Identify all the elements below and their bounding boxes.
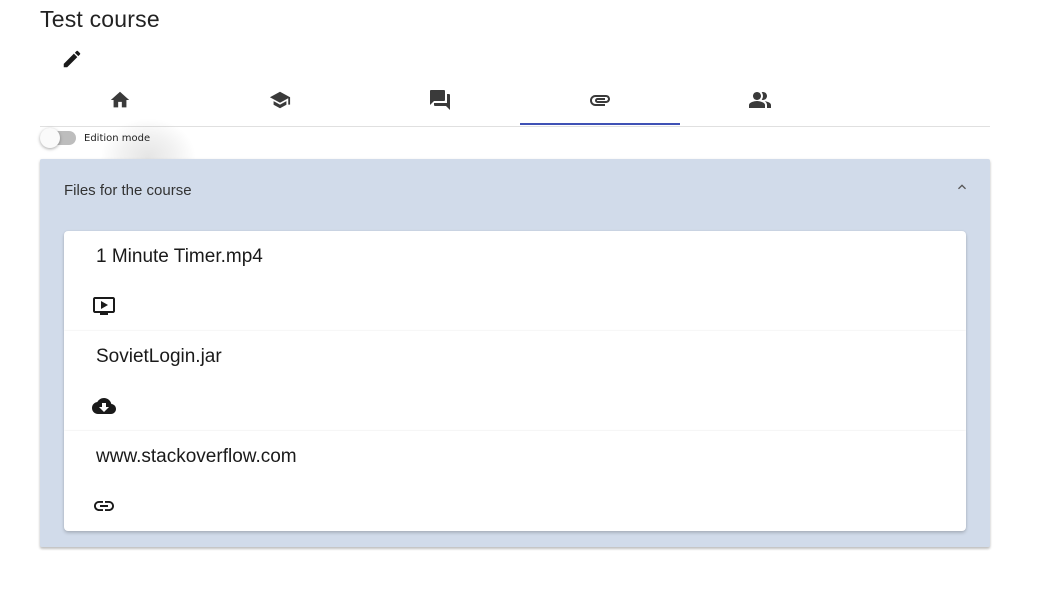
course-tabs: [40, 80, 990, 127]
edition-mode-switch[interactable]: [40, 128, 76, 148]
school-icon: [269, 89, 291, 116]
file-name: www.stackoverflow.com: [96, 446, 297, 467]
home-icon: [109, 89, 131, 116]
tab-course[interactable]: [200, 80, 360, 124]
pencil-icon: [61, 48, 83, 75]
files-panel-title: Files for the course: [64, 182, 192, 199]
course-page: Test course Edition mode Files for the c…: [0, 0, 1040, 602]
edition-mode-label: Edition mode: [84, 132, 151, 144]
chevron-up-icon: [954, 179, 970, 195]
page-title: Test course: [40, 6, 160, 32]
cloud-download-icon: [92, 394, 116, 418]
files-panel-header[interactable]: Files for the course: [40, 159, 990, 221]
people-icon: [748, 88, 772, 117]
video-play-icon: [92, 294, 116, 318]
file-name: SovietLogin.jar: [96, 346, 222, 367]
attachment-icon: [588, 88, 612, 117]
edit-course-button[interactable]: [58, 47, 86, 75]
edition-mode-toggle-row: Edition mode: [40, 128, 150, 148]
tab-forum[interactable]: [360, 80, 520, 124]
files-panel: Files for the course 1 Minute Timer.mp4 …: [40, 159, 990, 547]
tab-files[interactable]: [520, 80, 680, 125]
forum-icon: [428, 88, 452, 117]
file-item[interactable]: SovietLogin.jar: [64, 331, 966, 431]
file-name: 1 Minute Timer.mp4: [96, 246, 263, 267]
link-icon: [92, 494, 116, 518]
file-item[interactable]: 1 Minute Timer.mp4: [64, 231, 966, 331]
switch-thumb: [40, 128, 60, 148]
tab-participants[interactable]: [680, 80, 840, 124]
tab-home[interactable]: [40, 80, 200, 124]
file-item[interactable]: www.stackoverflow.com: [64, 431, 966, 531]
